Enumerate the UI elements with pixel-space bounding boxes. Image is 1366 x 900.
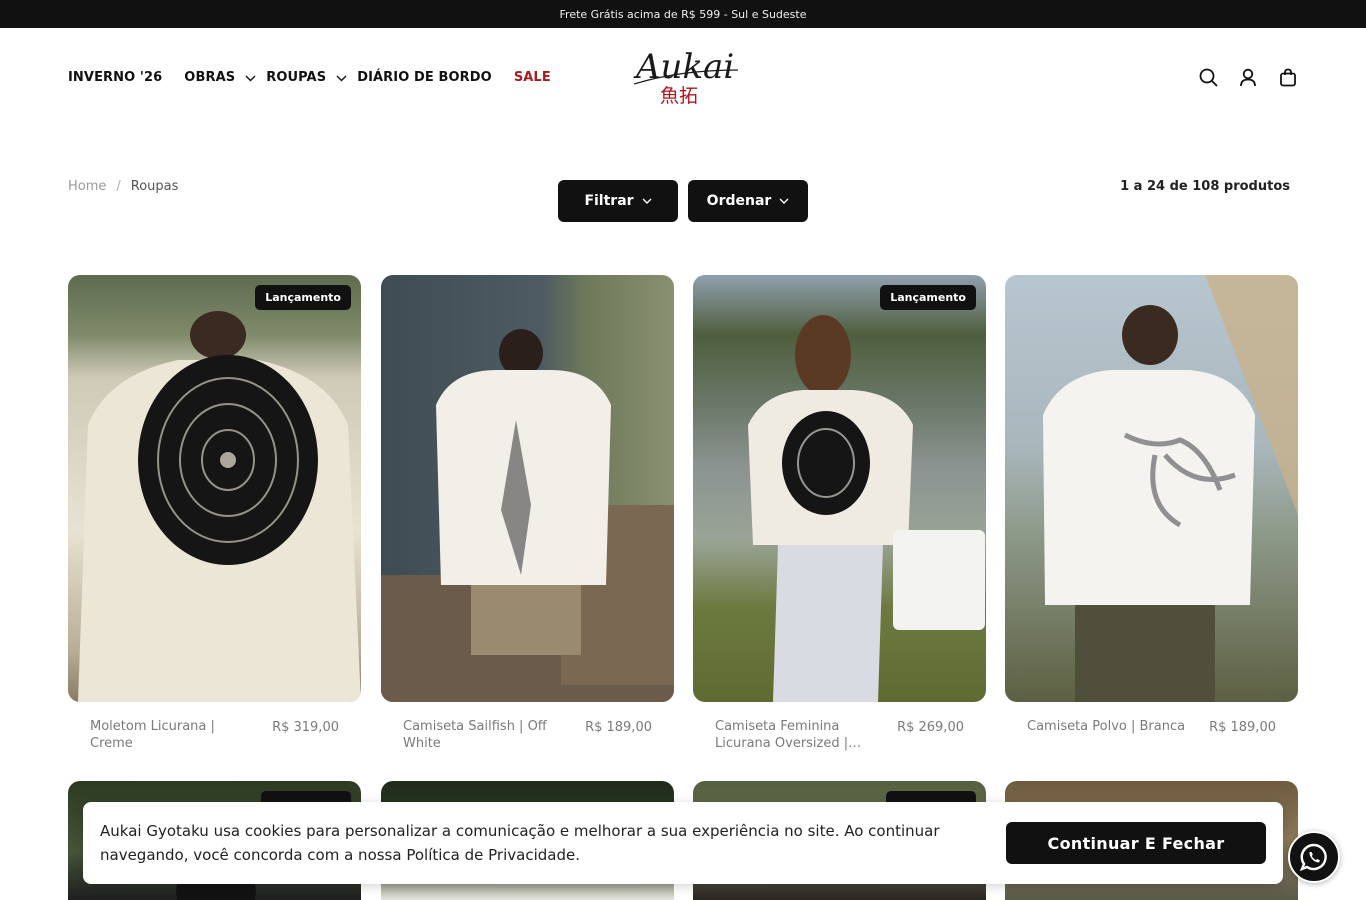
announcement-bar: Frete Grátis acima de R$ 599 - Sul e Sud… bbox=[0, 0, 1366, 28]
nav-item-label: ROUPAS bbox=[266, 70, 327, 85]
breadcrumb: Home / Roupas bbox=[68, 179, 178, 194]
header-icons bbox=[1198, 66, 1298, 88]
breadcrumb-separator: / bbox=[116, 179, 121, 194]
nav-item-label: INVERNO '26 bbox=[68, 70, 163, 85]
product-card[interactable]: Camiseta Sailfish | Off White R$ 189,00 bbox=[381, 275, 674, 752]
product-name[interactable]: Camiseta Sailfish | Off White bbox=[403, 718, 563, 752]
product-info: Camiseta Polvo | Branca R$ 189,00 bbox=[1005, 702, 1298, 735]
nav-item-obras[interactable]: OBRAS bbox=[184, 70, 256, 85]
chevron-down-icon bbox=[245, 75, 256, 81]
whatsapp-button[interactable] bbox=[1288, 831, 1340, 883]
site-header: INVERNO '26 OBRAS ROUPAS DIÁRIO DE BORDO… bbox=[0, 28, 1366, 128]
cookie-banner: Aukai Gyotaku usa cookies para personali… bbox=[83, 802, 1283, 884]
whatsapp-icon bbox=[1299, 843, 1327, 872]
cart-icon[interactable] bbox=[1278, 66, 1298, 88]
product-count: 1 a 24 de 108 produtos bbox=[1120, 179, 1290, 194]
product-photo bbox=[1043, 275, 1298, 702]
product-photo bbox=[78, 311, 361, 702]
chevron-down-icon bbox=[642, 198, 652, 204]
chevron-down-icon bbox=[336, 75, 347, 81]
product-price: R$ 189,00 bbox=[1209, 720, 1276, 735]
nav-item-roupas[interactable]: ROUPAS bbox=[266, 70, 347, 85]
product-photo bbox=[748, 315, 985, 702]
product-name[interactable]: Moletom Licurana | Creme bbox=[90, 718, 250, 752]
launch-badge: Lançamento bbox=[255, 285, 351, 310]
nav-item-sale[interactable]: SALE bbox=[514, 70, 551, 85]
nav-item-label: OBRAS bbox=[184, 70, 236, 85]
collection-toolbar: Home / Roupas Filtrar Ordenar 1 a 24 de … bbox=[0, 170, 1366, 230]
breadcrumb-current: Roupas bbox=[130, 179, 179, 194]
filter-button-label: Filtrar bbox=[584, 193, 634, 209]
accept-cookies-button[interactable]: Continuar E Fechar bbox=[1006, 822, 1266, 864]
breadcrumb-home[interactable]: Home bbox=[68, 179, 106, 194]
account-icon[interactable] bbox=[1238, 66, 1258, 88]
filter-button[interactable]: Filtrar bbox=[558, 180, 678, 222]
product-info: Moletom Licurana | Creme R$ 319,00 bbox=[68, 702, 361, 752]
nav-item-inverno[interactable]: INVERNO '26 bbox=[68, 70, 162, 85]
announcement-text: Frete Grátis acima de R$ 599 - Sul e Sud… bbox=[559, 7, 807, 21]
sort-button[interactable]: Ordenar bbox=[688, 180, 808, 222]
product-card[interactable]: Lançamento Camiseta Feminina Licurana Ov… bbox=[693, 275, 986, 752]
product-image[interactable] bbox=[381, 275, 674, 702]
product-price: R$ 269,00 bbox=[897, 720, 964, 735]
main-nav: INVERNO '26 OBRAS ROUPAS DIÁRIO DE BORDO… bbox=[68, 70, 551, 85]
product-price: R$ 189,00 bbox=[585, 720, 652, 735]
product-image[interactable] bbox=[1005, 275, 1298, 702]
product-photo bbox=[381, 329, 674, 702]
product-name[interactable]: Camiseta Feminina Licurana Oversized | O… bbox=[715, 718, 875, 752]
product-price: R$ 319,00 bbox=[272, 720, 339, 735]
nav-item-diario-de-bordo[interactable]: DIÁRIO DE BORDO bbox=[357, 70, 492, 85]
brand-logo[interactable]: Aukai 魚拓 bbox=[630, 40, 740, 108]
nav-item-label: SALE bbox=[513, 70, 551, 85]
chevron-down-icon bbox=[779, 198, 789, 204]
nav-item-label: DIÁRIO DE BORDO bbox=[357, 70, 492, 85]
product-card[interactable]: Camiseta Polvo | Branca R$ 189,00 bbox=[1005, 275, 1298, 735]
launch-badge: Lançamento bbox=[880, 285, 976, 310]
sort-button-label: Ordenar bbox=[706, 193, 772, 209]
product-image[interactable]: Lançamento bbox=[693, 275, 986, 702]
product-info: Camiseta Sailfish | Off White R$ 189,00 bbox=[381, 702, 674, 752]
logo-kanji: 魚拓 bbox=[660, 85, 698, 107]
product-info: Camiseta Feminina Licurana Oversized | O… bbox=[693, 702, 986, 752]
logo-mark: Aukai 魚拓 bbox=[633, 47, 739, 107]
product-card[interactable]: Lançamento Moletom Licurana | Creme R$ 3… bbox=[68, 275, 361, 752]
product-image[interactable]: Lançamento bbox=[68, 275, 361, 702]
product-name[interactable]: Camiseta Polvo | Branca bbox=[1027, 718, 1187, 735]
search-icon[interactable] bbox=[1198, 66, 1218, 88]
cookie-text: Aukai Gyotaku usa cookies para personali… bbox=[100, 822, 940, 864]
logo-script: Aukai bbox=[633, 47, 734, 87]
